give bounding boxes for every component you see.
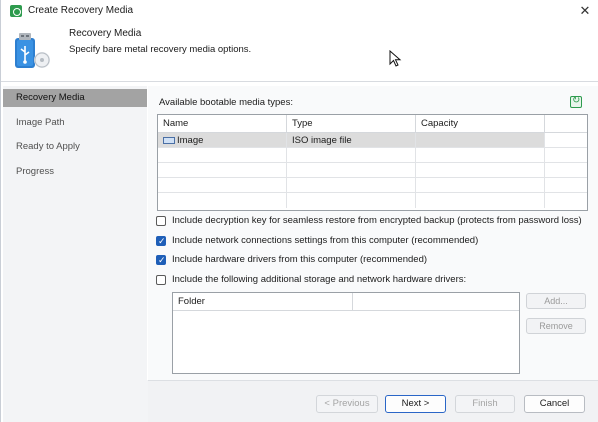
remove-driver-button[interactable]: Remove xyxy=(526,318,586,334)
empty-cell xyxy=(545,178,587,193)
media-type-cell[interactable]: ISO image file xyxy=(287,133,416,148)
decryption-key-checkbox[interactable] xyxy=(156,216,166,226)
window-title: Create Recovery Media xyxy=(28,5,134,16)
table-row-image-name[interactable]: Image xyxy=(158,133,287,148)
main-content: Available bootable media types: Name Typ… xyxy=(148,86,598,380)
wizard-footer: < Previous Next > Finish Cancel xyxy=(148,380,598,422)
table-filler-cell xyxy=(545,133,587,148)
image-file-icon xyxy=(163,136,175,144)
empty-cell xyxy=(287,163,416,178)
additional-drivers-checkbox[interactable] xyxy=(156,275,166,285)
empty-cell xyxy=(158,163,287,178)
column-header-filler xyxy=(545,115,587,133)
empty-cell xyxy=(158,193,287,208)
cancel-button[interactable]: Cancel xyxy=(524,395,585,413)
mouse-cursor-icon xyxy=(389,50,402,67)
media-capacity-cell[interactable] xyxy=(416,133,545,148)
empty-cell xyxy=(545,148,587,163)
empty-cell xyxy=(416,178,545,193)
title-bar: Create Recovery Media ✕ xyxy=(1,0,598,22)
nav-item-recovery-media[interactable]: Recovery Media xyxy=(3,89,147,107)
empty-cell xyxy=(287,178,416,193)
media-types-label: Available bootable media types: xyxy=(159,97,293,108)
header-title: Recovery Media xyxy=(69,28,142,39)
option-include-decryption-key[interactable]: Include decryption key for seamless rest… xyxy=(156,214,582,228)
network-settings-checkbox[interactable] xyxy=(156,234,166,248)
empty-cell xyxy=(416,163,545,178)
wizard-header: Recovery Media Specify bare metal recove… xyxy=(1,22,598,82)
app-icon xyxy=(10,5,22,17)
header-subtitle: Specify bare metal recovery media option… xyxy=(69,44,252,55)
media-types-table[interactable]: Name Type Capacity Image ISO image file xyxy=(157,114,588,211)
refresh-icon[interactable] xyxy=(570,95,582,108)
empty-cell xyxy=(545,163,587,178)
drivers-folder-list[interactable]: Folder xyxy=(172,292,520,374)
decryption-key-label: Include decryption key for seamless rest… xyxy=(172,215,582,226)
wizard-steps-nav: Recovery Media Image Path Ready to Apply… xyxy=(3,86,147,380)
close-button[interactable]: ✕ xyxy=(577,3,593,19)
option-include-hardware-drivers[interactable]: Include hardware drivers from this compu… xyxy=(156,253,427,267)
nav-item-image-path[interactable]: Image Path xyxy=(3,114,147,132)
empty-cell xyxy=(287,193,416,208)
option-include-additional-drivers[interactable]: Include the following additional storage… xyxy=(156,273,466,287)
finish-button[interactable]: Finish xyxy=(455,395,515,413)
hardware-drivers-checkbox[interactable] xyxy=(156,253,166,267)
hardware-drivers-label: Include hardware drivers from this compu… xyxy=(172,254,428,265)
create-recovery-media-window: Create Recovery Media ✕ Recovery Media S… xyxy=(0,0,598,422)
empty-cell xyxy=(545,193,587,208)
nav-item-progress[interactable]: Progress xyxy=(3,163,147,181)
nav-footer-area xyxy=(3,380,148,422)
add-driver-button[interactable]: Add... xyxy=(526,293,586,309)
option-include-network-settings[interactable]: Include network connections settings fro… xyxy=(156,234,478,248)
column-header-capacity[interactable]: Capacity xyxy=(416,115,545,133)
column-header-name[interactable]: Name xyxy=(158,115,287,133)
empty-cell xyxy=(416,193,545,208)
column-header-folder[interactable]: Folder xyxy=(173,293,353,311)
nav-item-ready-to-apply[interactable]: Ready to Apply xyxy=(3,138,147,156)
column-header-filler xyxy=(353,293,519,311)
empty-cell xyxy=(416,148,545,163)
column-header-type[interactable]: Type xyxy=(287,115,416,133)
empty-cell xyxy=(158,178,287,193)
usb-icon xyxy=(15,33,50,68)
network-settings-label: Include network connections settings fro… xyxy=(172,235,479,246)
media-name-cell: Image xyxy=(177,135,204,146)
empty-cell xyxy=(158,148,287,163)
additional-drivers-label: Include the following additional storage… xyxy=(172,274,467,285)
empty-cell xyxy=(287,148,416,163)
previous-button[interactable]: < Previous xyxy=(316,395,378,413)
next-button[interactable]: Next > xyxy=(385,395,446,413)
